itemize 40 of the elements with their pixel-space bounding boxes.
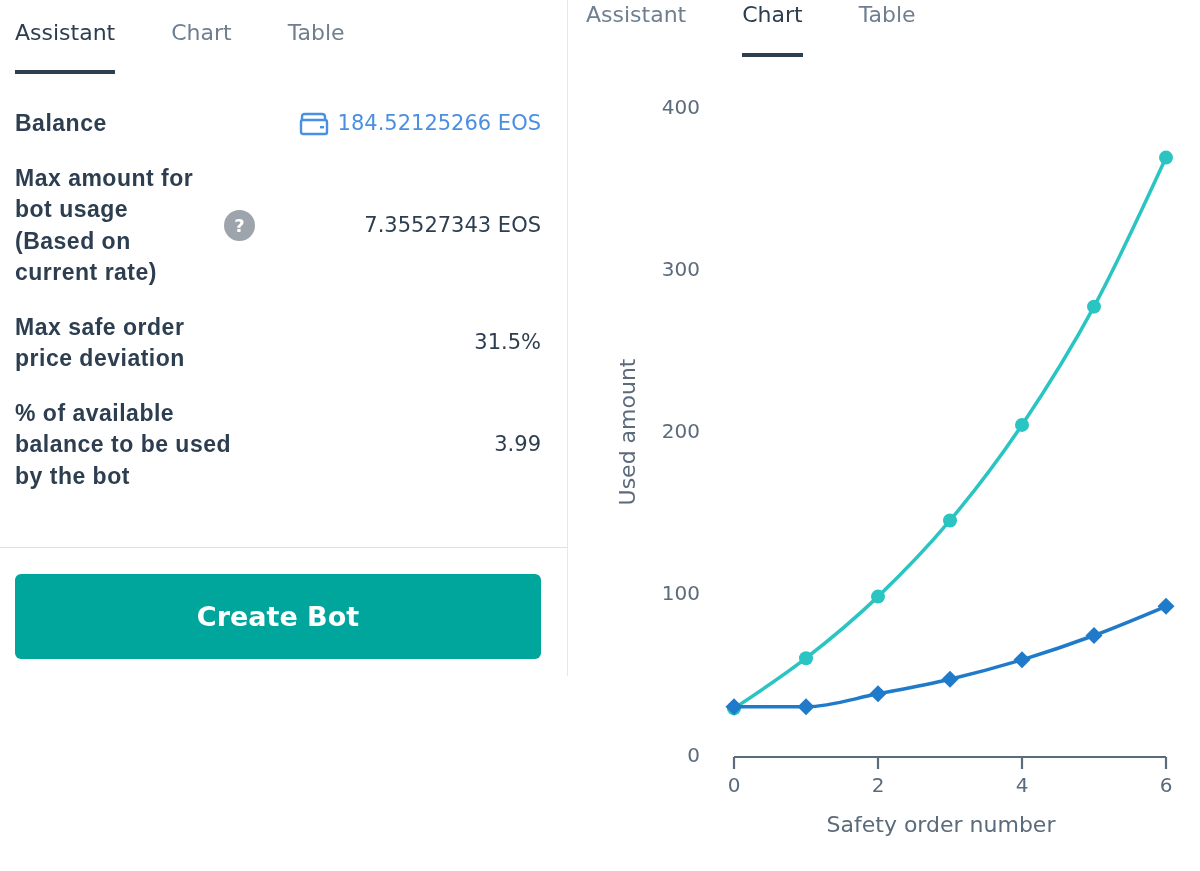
field-label: % of available balance to be used by the bot [15, 398, 233, 491]
wallet-icon [298, 111, 329, 136]
y-tick-label: 200 [661, 419, 700, 443]
data-point [1013, 651, 1031, 669]
y-tick-label: 0 [687, 743, 700, 767]
x-tick-label: 4 [1015, 773, 1029, 797]
y-tick-label: 400 [661, 95, 700, 119]
data-point [1157, 597, 1175, 615]
x-tick-label: 2 [871, 773, 885, 797]
field-value: 7.35527343 EOS [364, 211, 541, 239]
tab[interactable]: Chart [742, 0, 803, 57]
x-tick-label: 6 [1159, 773, 1173, 797]
data-point [871, 589, 885, 604]
data-point [1087, 299, 1101, 314]
help-icon[interactable]: ? [224, 210, 255, 241]
x-tick-label: 0 [727, 773, 741, 797]
create-bot-button[interactable]: Create Bot [15, 574, 541, 659]
field-label: Max safe order price deviation [15, 312, 186, 373]
tab[interactable]: Table [287, 0, 345, 74]
y-axis-title: Used amount [614, 358, 640, 506]
y-tick-label: 300 [661, 257, 700, 281]
data-point [941, 670, 959, 688]
field-value: 3.99 [494, 431, 541, 458]
balance-value: 184.52125266 EOS [337, 110, 541, 137]
data-point [1159, 150, 1173, 165]
field-value: 31.5% [474, 329, 541, 357]
data-point [799, 651, 813, 666]
tab[interactable]: Chart [171, 0, 232, 74]
x-axis-title: Safety order number [826, 812, 1056, 837]
tab[interactable]: Table [858, 0, 916, 57]
data-point [943, 513, 957, 528]
data-point [1085, 627, 1103, 644]
field-label: Balance [15, 109, 108, 138]
field-label: Max amount for bot usage (Based on current rate) [15, 163, 195, 287]
y-tick-label: 100 [661, 581, 700, 605]
data-point [797, 698, 815, 716]
data-point [1015, 417, 1029, 432]
tab[interactable]: Assistant [15, 0, 116, 74]
data-point [869, 685, 887, 703]
tab[interactable]: Assistant [586, 0, 687, 57]
